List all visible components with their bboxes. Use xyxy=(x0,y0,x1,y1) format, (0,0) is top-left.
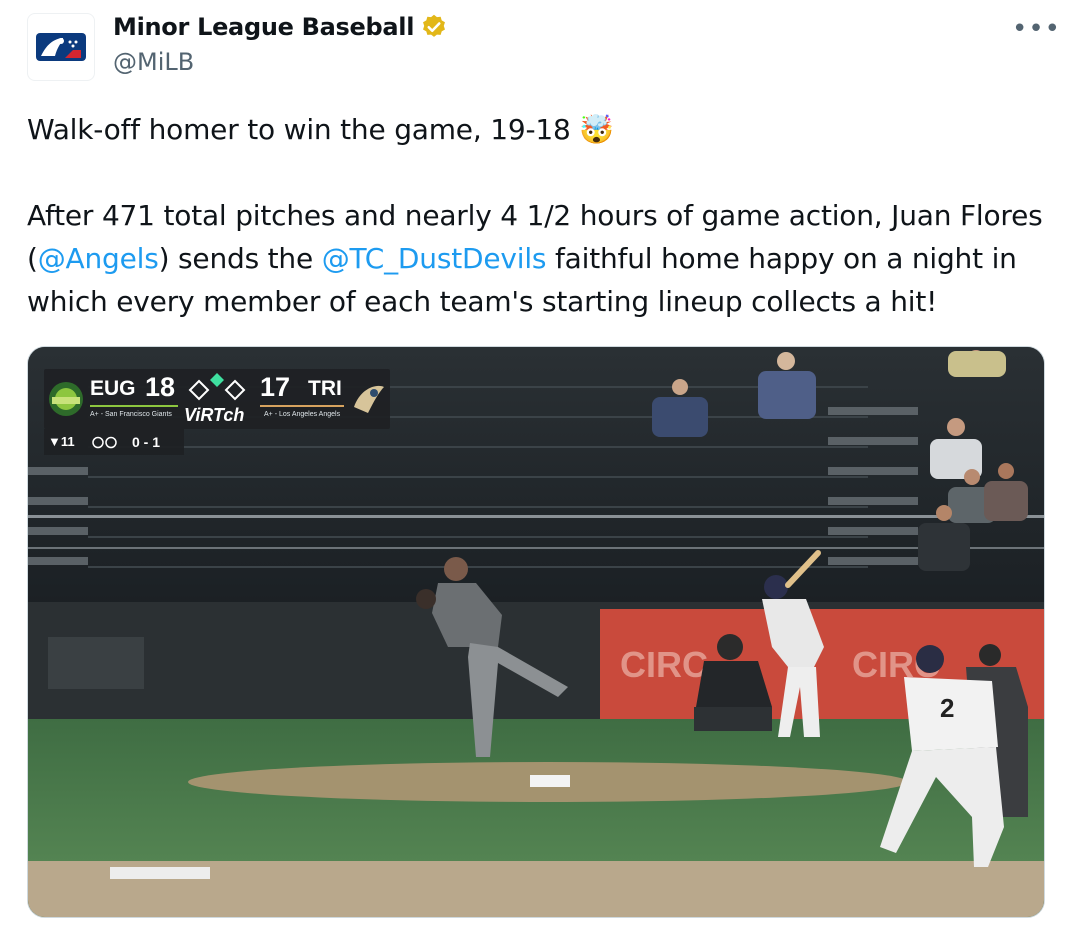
player-number: 2 xyxy=(940,693,954,723)
away-team-logo xyxy=(49,382,83,416)
avatar[interactable] xyxy=(27,13,95,81)
home-team-score: 17 xyxy=(260,372,291,402)
inning-indicator: ▼11 xyxy=(48,434,75,449)
home-team-abbr: TRI xyxy=(308,377,342,400)
away-team-score: 18 xyxy=(145,372,176,402)
tweet-paragraph-2: After 471 total pitches and nearly 4 1/2… xyxy=(27,194,1047,323)
mention-link-angels[interactable]: @Angels xyxy=(38,242,159,275)
home-affiliation: A+ - Los Angeles Angels xyxy=(264,411,341,418)
away-team-abbr: EUG xyxy=(90,377,136,400)
home-accent-bar xyxy=(260,405,344,407)
milb-logo-icon xyxy=(36,33,86,61)
author-name[interactable]: Minor League Baseball xyxy=(113,13,414,41)
tweet-line-1: Walk-off homer to win the game, 19-18 🤯 xyxy=(27,113,614,146)
network-logo: ViRTch xyxy=(184,405,245,425)
banner-text: CIRC xyxy=(620,644,708,685)
scorebug: EUG 18 A+ - San Francisco Giants ViRTch … xyxy=(44,369,390,429)
gold-verified-badge-icon[interactable] xyxy=(420,13,448,41)
mention-link-dustdevils[interactable]: @TC_DustDevils xyxy=(322,242,547,275)
tweet-text: Walk-off homer to win the game, 19-18 🤯 … xyxy=(27,108,1047,323)
away-accent-bar xyxy=(90,405,178,407)
author-handle[interactable]: @MiLB xyxy=(113,48,194,76)
bases-diamond-icon xyxy=(188,373,246,401)
game-status-bar: ▼11 0 - 1 xyxy=(44,429,184,455)
video-player[interactable]: CIRC CIRC 2 EUG 18 A+ - San Francisco Gi… xyxy=(27,346,1045,918)
ball-strike-count: 0 - 1 xyxy=(132,434,161,450)
more-options-button[interactable]: ••• xyxy=(1012,14,1061,44)
outs-indicator-icon xyxy=(92,436,117,449)
author-row: Minor League Baseball xyxy=(113,13,448,41)
away-affiliation: A+ - San Francisco Giants xyxy=(90,411,172,418)
tweet-text-segment: ) sends the xyxy=(158,242,322,275)
home-team-logo xyxy=(354,385,384,413)
